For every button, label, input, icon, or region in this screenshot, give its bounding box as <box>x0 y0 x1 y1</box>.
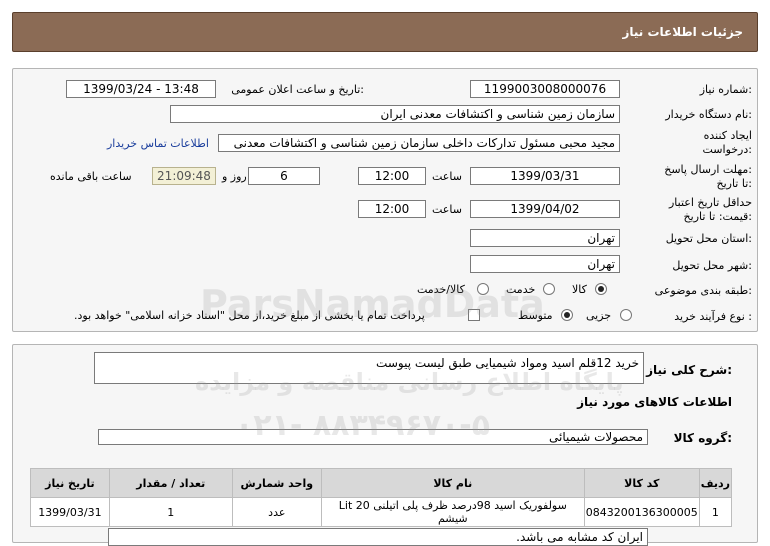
need-number-field[interactable]: 1199003008000076 <box>470 80 620 98</box>
remaining-label: ساعت باقی مانده <box>50 170 132 183</box>
announce-field[interactable]: 1399/03/24 - 13:48 <box>66 80 216 98</box>
validity-label-2: قیمت: تا تاریخ: <box>683 210 752 223</box>
cell-unit: عدد <box>231 497 322 527</box>
deadline-label-2: تا تاریخ: <box>716 177 752 190</box>
table-row[interactable]: 1 0843200136300005 سولفوریک اسید 98درصد … <box>30 497 733 527</box>
province-field[interactable]: تهران <box>470 229 620 247</box>
process-label: نوع فرآیند خرید : <box>674 310 752 323</box>
creator-label-1: ایجاد کننده <box>703 129 752 142</box>
announce-label: تاریخ و ساعت اعلان عمومی: <box>231 83 364 96</box>
cell-qty: 1 <box>108 497 233 527</box>
category-radio-goods[interactable] <box>595 283 607 295</box>
cell-code: 0843200136300005 <box>583 497 700 527</box>
goods-group-label: گروه کالا: <box>673 431 732 445</box>
deadline-time-label: ساعت <box>432 170 462 183</box>
province-label: استان محل تحویل: <box>665 232 752 245</box>
buyer-field[interactable]: سازمان زمین شناسی و اکتشافات معدنی ایران <box>170 105 620 123</box>
validity-time-label: ساعت <box>432 203 462 216</box>
creator-label-2: درخواست: <box>702 143 753 156</box>
deadline-time-field[interactable]: 12:00 <box>358 167 426 185</box>
watermark-line-3: ۰۲۱- ۸۸۳۴۹۶۷۰-۵ <box>235 408 491 443</box>
col-date: تاریخ نیاز <box>30 468 110 498</box>
col-name: نام کالا <box>320 468 585 498</box>
validity-time-field[interactable]: 12:00 <box>358 200 426 218</box>
process-radio-medium[interactable] <box>561 309 573 321</box>
deadline-date-field[interactable]: 1399/03/31 <box>470 167 620 185</box>
goods-note-field[interactable]: ایران کد مشابه می باشد. <box>108 528 648 546</box>
validity-date-field[interactable]: 1399/04/02 <box>470 200 620 218</box>
category-option-goods: کالا <box>572 283 587 296</box>
process-radio-minor[interactable] <box>620 309 632 321</box>
goods-section-title: اطلاعات کالاهای مورد نیاز <box>577 395 732 409</box>
col-row: ردیف <box>698 468 733 498</box>
remaining-time-box: 21:09:48 <box>152 167 216 185</box>
process-option-minor: جزیی <box>586 309 612 322</box>
description-label: شرح کلی نیاز: <box>646 363 732 377</box>
creator-field[interactable]: مجید محبی مسئول تدارکات داخلی سازمان زمی… <box>218 134 620 152</box>
need-number-label: شماره نیاز: <box>699 83 752 96</box>
deadline-label-1: مهلت ارسال پاسخ: <box>664 163 752 176</box>
city-field[interactable]: تهران <box>470 255 620 273</box>
cell-row: 1 <box>698 497 733 527</box>
contact-buyer-link[interactable]: اطلاعات تماس خریدار <box>107 137 209 150</box>
watermark-line-2: پایگاه اطلاع رسانی مناقصه و مزایده <box>195 368 624 396</box>
cell-name: سولفوریک اسید 98درصد ظرف پلی اتیلنی 20 L… <box>320 497 585 527</box>
table-header-row: ردیف کد کالا نام کالا واحد شمارش تعداد /… <box>30 468 733 498</box>
days-label: روز و <box>222 170 247 183</box>
col-qty: تعداد / مقدار <box>108 468 233 498</box>
category-radio-service[interactable] <box>543 283 555 295</box>
category-label: طبقه بندی موضوعی: <box>654 284 752 297</box>
validity-label-1: حداقل تاریخ اعتبار <box>668 196 752 209</box>
buyer-label: نام دستگاه خریدار: <box>665 108 752 121</box>
watermark-line-1: ParsNamadData <box>200 282 545 326</box>
page-title: جزئیات اطلاعات نیاز <box>622 25 743 39</box>
page-header: جزئیات اطلاعات نیاز <box>12 12 758 52</box>
col-code: کد کالا <box>583 468 700 498</box>
days-field[interactable]: 6 <box>248 167 320 185</box>
cell-date: 1399/03/31 <box>30 497 110 527</box>
city-label: شهر محل تحویل: <box>672 259 752 272</box>
col-unit: واحد شمارش <box>231 468 322 498</box>
goods-table: ردیف کد کالا نام کالا واحد شمارش تعداد /… <box>30 468 733 527</box>
